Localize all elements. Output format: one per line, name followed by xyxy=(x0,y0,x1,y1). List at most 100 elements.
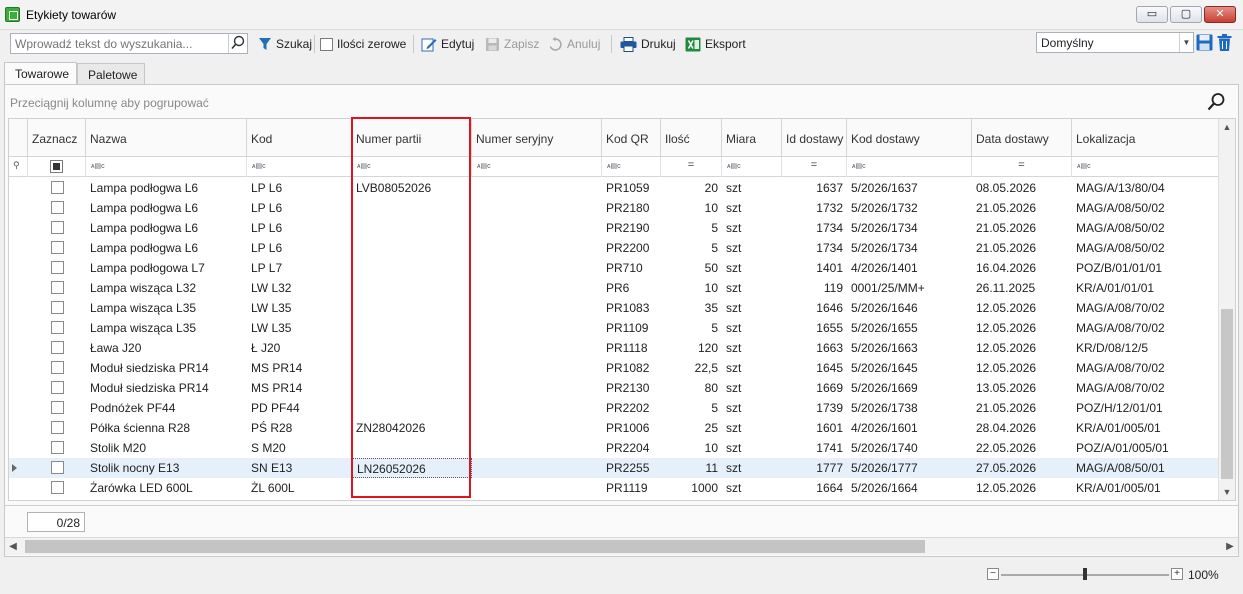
zero-quantities-toggle[interactable]: Ilości zerowe xyxy=(320,35,406,53)
table-row[interactable]: Stolik M20 S M20 PR2204 10 szt 1741 5/2026/174… xyxy=(9,438,1219,458)
cell-qty[interactable]: 10 xyxy=(661,198,722,218)
cell-unit[interactable]: szt xyxy=(722,278,782,298)
cell-qty[interactable]: 50 xyxy=(661,258,722,278)
cell-serial[interactable] xyxy=(472,298,602,318)
cell-qr[interactable]: PR2180 xyxy=(602,198,661,218)
cell-name[interactable]: Lampa podłogwa L6 xyxy=(86,198,247,218)
cell-name[interactable]: Lampa wisząca L35 xyxy=(86,318,247,338)
cell-location[interactable]: KR/A/01/005/01 xyxy=(1072,478,1219,498)
table-row[interactable]: Lampa podłogwa L6 LP L6 LVB08052026 PR1059 2… xyxy=(9,178,1219,198)
cell-delivery-id[interactable]: 1655 xyxy=(782,318,847,338)
delete-layout-button[interactable] xyxy=(1216,33,1234,53)
cell-qty[interactable]: 10 xyxy=(661,278,722,298)
cell-unit[interactable]: szt xyxy=(722,238,782,258)
cell-delivery-id[interactable]: 1401 xyxy=(782,258,847,278)
cell-location[interactable]: KR/A/01/01/01 xyxy=(1072,278,1219,298)
table-row[interactable]: Lampa podłogwa L6 LP L6 PR2200 5 szt 1734 5/20… xyxy=(9,238,1219,258)
cell-qty[interactable]: 20 xyxy=(661,178,722,198)
cell-unit[interactable]: szt xyxy=(722,298,782,318)
cancel-button[interactable]: Anuluj xyxy=(548,35,600,53)
table-row[interactable]: Ława J20 Ł J20 PR1118 120 szt 1663 5/2026/1663… xyxy=(9,338,1219,358)
cell-qr[interactable]: PR2190 xyxy=(602,218,661,238)
cell-delivery-code[interactable]: 5/2026/1734 xyxy=(847,238,972,258)
cell-delivery-code[interactable]: 5/2026/1777 xyxy=(847,458,972,478)
filter-kod-dostawy[interactable]: ᴀ▤c xyxy=(847,157,972,177)
cell-delivery-date[interactable]: 12.05.2026 xyxy=(972,478,1072,498)
column-header-kod-qr[interactable]: Kod QR xyxy=(602,119,661,157)
cell-location[interactable]: POZ/A/01/005/01 xyxy=(1072,438,1219,458)
cell-delivery-id[interactable]: 1741 xyxy=(782,438,847,458)
table-row[interactable]: Lampa wisząca L35 LW L35 PR1083 35 szt 1646 5/… xyxy=(9,298,1219,318)
save-button[interactable]: Zapisz xyxy=(485,35,539,53)
cell-serial[interactable] xyxy=(472,178,602,198)
cell-name[interactable]: Moduł siedziska PR14 xyxy=(86,358,247,378)
cell-code[interactable]: PŚ R28 xyxy=(247,418,352,438)
cell-unit[interactable]: szt xyxy=(722,258,782,278)
cell-delivery-date[interactable]: 27.05.2026 xyxy=(972,458,1072,478)
cell-delivery-id[interactable]: 1637 xyxy=(782,178,847,198)
cell-qr[interactable]: PR1119 xyxy=(602,478,661,498)
cell-location[interactable]: POZ/B/01/01/01 xyxy=(1072,258,1219,278)
cell-batch[interactable] xyxy=(352,318,472,338)
cell-unit[interactable]: szt xyxy=(722,478,782,498)
cell-name[interactable]: Żarówka LED 600L xyxy=(86,478,247,498)
cell-delivery-id[interactable]: 1646 xyxy=(782,298,847,318)
cell-location[interactable]: KR/D/08/12/5 xyxy=(1072,338,1219,358)
row-select-checkbox[interactable] xyxy=(51,421,64,434)
cell-serial[interactable] xyxy=(472,358,602,378)
save-layout-button[interactable] xyxy=(1196,33,1214,53)
cell-serial[interactable] xyxy=(472,478,602,498)
cell-name[interactable]: Stolik M20 xyxy=(86,438,247,458)
zoom-slider-thumb[interactable] xyxy=(1083,568,1087,580)
cell-delivery-id[interactable]: 1777 xyxy=(782,458,847,478)
cell-unit[interactable]: szt xyxy=(722,218,782,238)
cell-code[interactable]: LW L35 xyxy=(247,298,352,318)
filter-numer-partii[interactable]: ᴀ▤c xyxy=(352,157,472,177)
cell-delivery-id[interactable]: 1645 xyxy=(782,358,847,378)
cell-name[interactable]: Stolik nocny E13 xyxy=(86,458,247,478)
cell-unit[interactable]: szt xyxy=(722,378,782,398)
zoom-in-button[interactable]: + xyxy=(1171,568,1183,580)
row-select-checkbox[interactable] xyxy=(51,221,64,234)
table-row[interactable]: Żarówka LED 600L ŻL 600L PR1119 1000 szt 1664… xyxy=(9,478,1219,498)
cell-delivery-code[interactable]: 5/2026/1669 xyxy=(847,378,972,398)
cell-batch[interactable] xyxy=(352,378,472,398)
cell-unit[interactable]: szt xyxy=(722,198,782,218)
scroll-right-icon[interactable]: ▶ xyxy=(1222,538,1238,555)
cell-code[interactable]: LW L35 xyxy=(247,318,352,338)
row-select-checkbox[interactable] xyxy=(51,481,64,494)
vertical-scroll-thumb[interactable] xyxy=(1221,309,1233,479)
cell-delivery-date[interactable]: 08.05.2026 xyxy=(972,178,1072,198)
column-header-nazwa[interactable]: Nazwa xyxy=(86,119,247,157)
search-icon[interactable] xyxy=(228,34,247,53)
filter-nazwa[interactable]: ᴀ▤c xyxy=(86,157,247,177)
table-row[interactable]: Lampa podłogowa L7 LP L7 PR710 50 szt 1401 4/2… xyxy=(9,258,1219,278)
cell-qty[interactable]: 5 xyxy=(661,238,722,258)
cell-location[interactable]: MAG/A/08/70/02 xyxy=(1072,298,1219,318)
cell-delivery-date[interactable]: 26.11.2025 xyxy=(972,278,1072,298)
cell-delivery-id[interactable]: 1663 xyxy=(782,338,847,358)
cell-code[interactable]: LP L6 xyxy=(247,178,352,198)
column-header-ilosc[interactable]: Ilość xyxy=(661,119,722,157)
cell-serial[interactable] xyxy=(472,338,602,358)
cell-name[interactable]: Podnóżek PF44 xyxy=(86,398,247,418)
table-row[interactable]: Moduł siedziska PR14 MS PR14 PR2130 80 szt 16… xyxy=(9,378,1219,398)
cell-delivery-code[interactable]: 5/2026/1663 xyxy=(847,338,972,358)
cell-qr[interactable]: PR2202 xyxy=(602,398,661,418)
cell-location[interactable]: MAG/A/08/50/02 xyxy=(1072,238,1219,258)
column-header-miara[interactable]: Miara xyxy=(722,119,782,157)
chevron-down-icon[interactable]: ▼ xyxy=(1179,33,1193,52)
column-header-id-dostawy[interactable]: Id dostawy xyxy=(782,119,847,157)
cell-qr[interactable]: PR2200 xyxy=(602,238,661,258)
select-all-checkbox[interactable] xyxy=(50,160,63,173)
cell-batch[interactable]: ZN28042026 xyxy=(352,418,472,438)
cell-batch[interactable] xyxy=(352,258,472,278)
row-select-checkbox[interactable] xyxy=(51,381,64,394)
cell-qr[interactable]: PR1082 xyxy=(602,358,661,378)
cell-delivery-date[interactable]: 12.05.2026 xyxy=(972,298,1072,318)
filter-lokalizacja[interactable]: ᴀ▤c xyxy=(1072,157,1219,177)
cell-code[interactable]: LP L7 xyxy=(247,258,352,278)
table-row[interactable]: Lampa podłogwa L6 LP L6 PR2190 5 szt 1734 5/20… xyxy=(9,218,1219,238)
cell-delivery-date[interactable]: 21.05.2026 xyxy=(972,198,1072,218)
cell-name[interactable]: Lampa podłogwa L6 xyxy=(86,238,247,258)
